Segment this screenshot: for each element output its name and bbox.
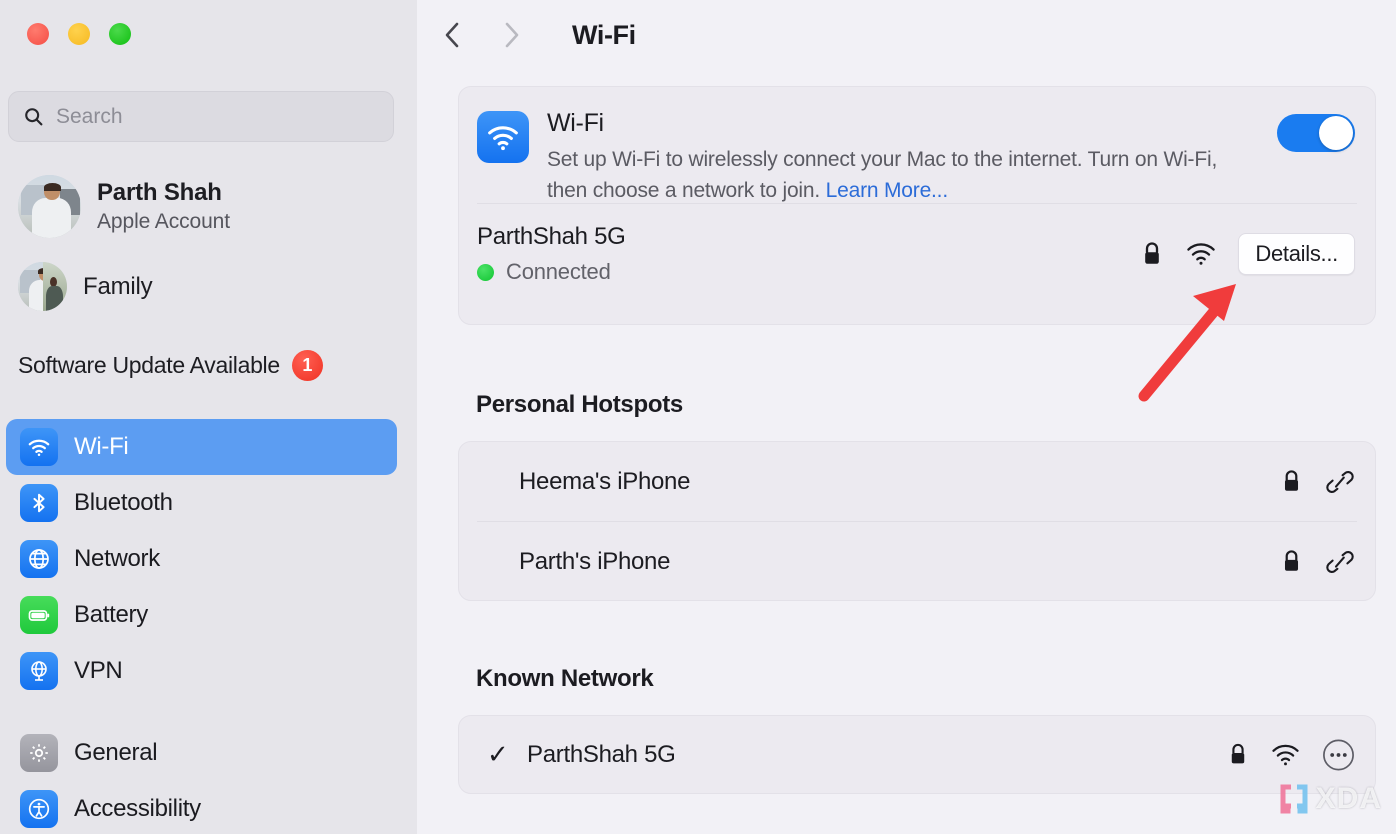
wifi-card-header: Wi-Fi Set up Wi-Fi to wirelessly connect…: [459, 87, 1375, 203]
sidebar-item-vpn[interactable]: VPN: [6, 643, 397, 699]
sidebar-item-label: Bluetooth: [74, 489, 173, 516]
status-badge: 1: [291, 350, 323, 381]
search-icon: [25, 108, 43, 126]
main-content: Wi-Fi Wi-Fi Set up Wi-Fi to wirelessly c…: [417, 0, 1396, 834]
search-field[interactable]: [8, 91, 394, 142]
details-button[interactable]: Details...: [1238, 233, 1355, 275]
sidebar-item-label: VPN: [74, 657, 123, 684]
connected-network-row[interactable]: ParthShah 5G Connected Details...: [459, 204, 1375, 304]
chain-link-icon: [1326, 470, 1354, 493]
lock-icon: [1231, 743, 1245, 764]
vpn-globe-icon: [20, 652, 58, 690]
battery-icon: [20, 596, 58, 634]
account-name: Parth Shah: [97, 179, 222, 206]
sidebar-nav-list: Wi-Fi Bluetooth Network Battery VPN Gene…: [0, 419, 417, 834]
wifi-toggle[interactable]: [1277, 114, 1355, 152]
known-network-name: ParthShah 5G: [527, 740, 676, 768]
zoom-button[interactable]: [109, 23, 131, 45]
known-network-title: Known Network: [476, 665, 654, 692]
minimize-button[interactable]: [68, 23, 90, 45]
sidebar-item-label: Network: [74, 545, 160, 572]
hotspot-row[interactable]: Parth's iPhone: [459, 522, 1375, 601]
known-network-row[interactable]: ✓ ParthShah 5G: [459, 716, 1375, 793]
avatar: [18, 175, 81, 238]
chain-link-icon: [1326, 550, 1354, 573]
close-button[interactable]: [27, 23, 49, 45]
network-ssid: ParthShah 5G: [477, 223, 626, 250]
sidebar-item-label: Battery: [74, 601, 148, 628]
sidebar-item-wi-fi[interactable]: Wi-Fi: [6, 419, 397, 475]
connected-status-dot: [477, 263, 494, 281]
toggle-knob: [1319, 116, 1353, 150]
sidebar-item-label: Accessibility: [74, 795, 201, 822]
lock-icon: [1145, 242, 1160, 264]
more-options-icon[interactable]: [1322, 738, 1355, 771]
known-network-card: ✓ ParthShah 5G: [458, 715, 1376, 794]
personal-hotspots-card: Heema's iPhone Parth's iPhone: [458, 441, 1376, 601]
system-settings-window: Parth Shah Apple Account Family Software…: [0, 0, 1396, 834]
sidebar-item-label: Wi-Fi: [74, 433, 129, 460]
forward-button[interactable]: [495, 15, 529, 55]
hotspot-name: Parth's iPhone: [519, 547, 671, 575]
page-title: Wi-Fi: [572, 19, 636, 50]
hotspot-name: Heema's iPhone: [519, 467, 691, 495]
connection-status: Connected: [506, 259, 611, 284]
hotspot-row[interactable]: Heema's iPhone: [459, 442, 1375, 521]
family-label: Family: [83, 272, 153, 300]
chevron-left-icon: [445, 22, 459, 48]
account-subtitle: Apple Account: [97, 210, 230, 233]
globe-icon: [20, 540, 58, 578]
sidebar-item-general[interactable]: General: [6, 725, 397, 781]
wifi-signal-icon: [1187, 243, 1216, 265]
checkmark-icon: ✓: [487, 739, 509, 769]
wifi-icon: [20, 428, 58, 466]
bluetooth-icon: [20, 484, 58, 522]
wifi-card: Wi-Fi Set up Wi-Fi to wirelessly connect…: [458, 86, 1376, 325]
lock-icon: [1284, 550, 1299, 571]
sidebar-item-family[interactable]: Family: [18, 262, 153, 311]
sidebar: Parth Shah Apple Account Family Software…: [0, 0, 417, 834]
lock-icon: [1284, 470, 1299, 491]
personal-hotspots-title: Personal Hotspots: [476, 391, 683, 418]
learn-more-link[interactable]: Learn More...: [826, 179, 948, 202]
gear-icon: [20, 734, 58, 772]
software-update-label: Software Update Available: [18, 352, 280, 378]
family-avatar: [18, 262, 67, 311]
chevron-right-icon: [505, 22, 519, 48]
sidebar-item-bluetooth[interactable]: Bluetooth: [6, 475, 397, 531]
sidebar-item-accessibility[interactable]: Accessibility: [6, 781, 397, 834]
wifi-card-description: Set up Wi-Fi to wirelessly connect your …: [547, 144, 1237, 206]
window-traffic-lights: [27, 23, 131, 45]
back-button[interactable]: [435, 15, 469, 55]
accessibility-icon: [20, 790, 58, 828]
toolbar: Wi-Fi: [417, 0, 1396, 70]
account-row-user[interactable]: Parth Shah Apple Account: [18, 175, 230, 238]
software-update-available[interactable]: Software Update Available 1: [18, 350, 323, 381]
sidebar-item-battery[interactable]: Battery: [6, 587, 397, 643]
wifi-signal-icon: [1272, 744, 1299, 765]
search-input[interactable]: [56, 104, 379, 129]
nav-group-divider: [0, 699, 417, 725]
wifi-app-icon: [477, 111, 529, 163]
sidebar-item-network[interactable]: Network: [6, 531, 397, 587]
wifi-card-title: Wi-Fi: [547, 109, 604, 137]
sidebar-item-label: General: [74, 739, 158, 766]
